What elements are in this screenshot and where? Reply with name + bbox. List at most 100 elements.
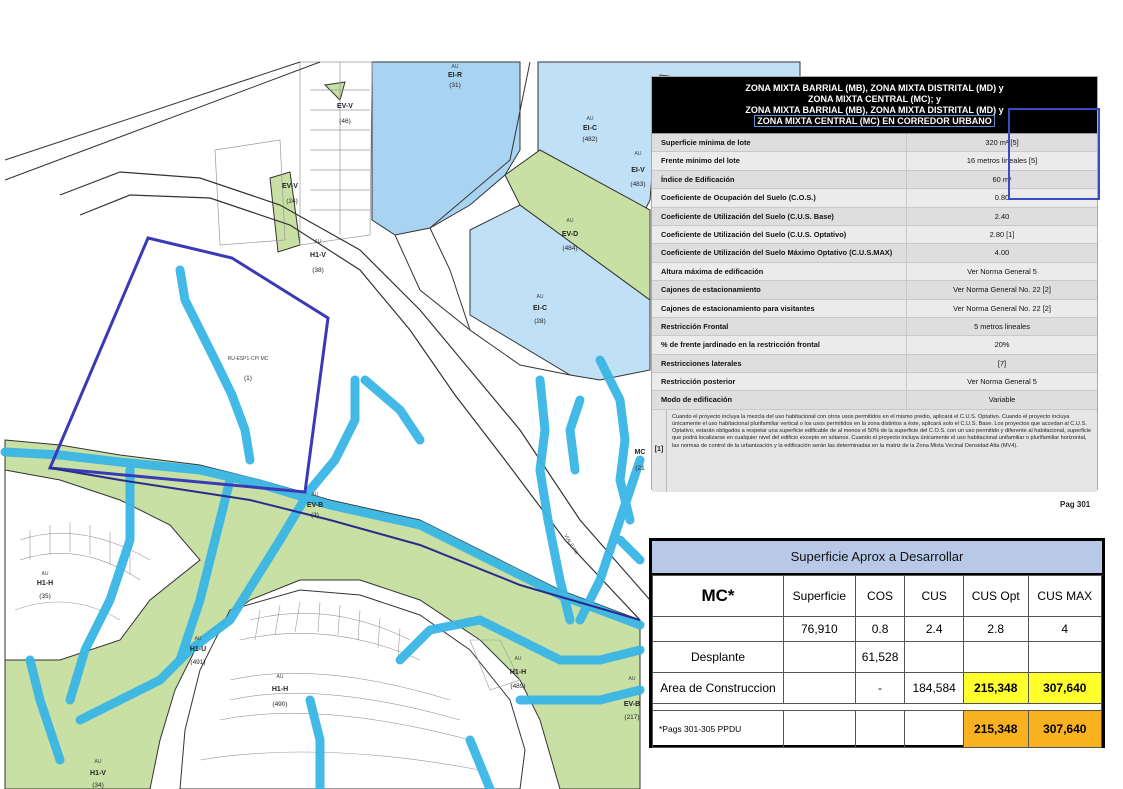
header-cus-opt: CUS Opt — [962, 575, 1029, 617]
svg-text:EI-V: EI-V — [631, 167, 645, 174]
svg-text:(1): (1) — [244, 375, 252, 382]
svg-text:(31): (31) — [449, 82, 461, 89]
regulation-row-value: Ver Norma General 5 — [906, 373, 1097, 391]
svg-text:H1-H: H1-H — [37, 580, 53, 587]
svg-text:AU: AU — [587, 116, 594, 122]
svg-text:(482): (482) — [582, 136, 597, 143]
area-cus-max: 307,640 — [1027, 672, 1103, 704]
regulation-row: Restricción posterior Ver Norma General 5 — [652, 373, 1097, 392]
regulation-row-label: Coeficiente de Utilización del Suelo (C.… — [661, 229, 847, 239]
svg-text:(35): (35) — [39, 593, 51, 600]
regulation-row-value: 4.00 — [906, 244, 1097, 262]
summary-table: Superficie Aprox a Desarrollar MC* Super… — [649, 538, 1105, 748]
regulation-row-label: Cajones de estacionamiento — [661, 285, 761, 295]
svg-text:(24): (24) — [286, 198, 298, 205]
pages-note: *Pags 301-305 PPDU — [652, 710, 784, 748]
regulation-row-label: Altura máxima de edificación — [661, 266, 764, 276]
svg-text:AU: AU — [515, 656, 522, 662]
regulation-row-value: 20% — [906, 336, 1097, 354]
regulation-row: Restricciones laterales [7] — [652, 354, 1097, 374]
svg-text:AU: AU — [635, 151, 642, 157]
header-cos: COS — [854, 575, 906, 617]
regulation-row-value: 5 metros lineales — [906, 317, 1097, 336]
regulation-note: [1] Cuando el proyecto incluya la mezcla… — [652, 409, 1097, 492]
regulation-row-label: Cajones de estacionamiento para visitant… — [661, 303, 815, 313]
regulation-row-label: Modo de edificación — [661, 395, 733, 405]
regulation-row: Restricción Frontal 5 metros lineales — [652, 317, 1097, 337]
regulation-row-label: Restricción Frontal — [661, 321, 729, 331]
svg-text:EV-B: EV-B — [624, 701, 640, 708]
svg-text:(34): (34) — [92, 782, 104, 789]
svg-text:H1-H: H1-H — [510, 669, 526, 676]
desplante-label: Desplante — [652, 641, 784, 673]
svg-text:EI-C: EI-C — [583, 125, 597, 132]
header-mc: MC* — [652, 575, 784, 617]
value-cus-opt: 2.8 — [962, 616, 1029, 642]
regulation-row-label: Superficie mínima de lote — [661, 138, 751, 147]
header-superficie: Superficie — [783, 575, 856, 617]
total-cus-max: 307,640 — [1027, 710, 1103, 748]
svg-text:(489): (489) — [510, 683, 525, 690]
regulation-row-label: Restricción posterior — [661, 377, 736, 387]
regulation-row: Altura máxima de edificación Ver Norma Ge… — [652, 262, 1097, 282]
regulation-row: Coeficiente de Utilización del Suelo Máx… — [652, 244, 1097, 263]
svg-text:EV-V: EV-V — [337, 103, 353, 110]
regulation-row-value: Ver Norma General 5 — [906, 262, 1097, 281]
regulation-row-label: Coeficiente de Utilización del Suelo Máx… — [661, 248, 893, 258]
regulation-row-value: Variable — [906, 391, 1097, 409]
regulation-row: Coeficiente de Utilización del Suelo (C.… — [652, 207, 1097, 226]
regulation-row-value: Ver Norma General No. 22 [2] — [906, 299, 1097, 317]
svg-text:AU: AU — [312, 492, 319, 498]
regulation-row-label: Índice de Edificación — [661, 174, 735, 184]
svg-text:AU: AU — [315, 239, 322, 245]
value-cus-max: 4 — [1027, 616, 1103, 642]
svg-text:H1-V: H1-V — [90, 770, 106, 777]
svg-text:EV-D: EV-D — [562, 231, 578, 238]
regulation-row-label: Restricciones laterales — [661, 358, 742, 368]
svg-text:(28): (28) — [534, 318, 546, 325]
svg-text:AU: AU — [277, 674, 284, 680]
value-cos: 0.8 — [854, 616, 906, 642]
summary-title: Superficie Aprox a Desarrollar — [652, 541, 1102, 575]
highlight-box — [1008, 108, 1100, 200]
total-cus-opt: 215,348 — [962, 710, 1029, 748]
svg-text:AU: AU — [452, 64, 459, 70]
svg-text:(21: (21 — [635, 465, 645, 472]
desplante-cos: 61,528 — [854, 641, 906, 673]
svg-text:AU: AU — [537, 294, 544, 300]
page-number: Pag 301 — [1060, 500, 1091, 509]
regulation-row-label: Coeficiente de Utilización del Suelo (C.… — [661, 211, 834, 221]
area-cus-opt: 215,348 — [962, 672, 1029, 704]
svg-text:EI-C: EI-C — [533, 305, 547, 312]
regulation-row: Cajones de estacionamiento Ver Norma Gene… — [652, 281, 1097, 300]
svg-text:EI-R: EI-R — [448, 72, 462, 79]
svg-text:(490): (490) — [272, 701, 287, 708]
svg-text:(3): (3) — [311, 512, 319, 519]
regulation-row-value: [7] — [906, 354, 1097, 373]
area-cos: - — [854, 672, 906, 704]
area-label: Area de Construccion — [652, 672, 784, 704]
svg-text:H1-V: H1-V — [310, 252, 326, 259]
svg-text:AU: AU — [629, 676, 636, 682]
svg-text:EV-B: EV-B — [307, 502, 323, 509]
value-superficie: 76,910 — [783, 616, 856, 642]
svg-text:(46): (46) — [339, 118, 351, 125]
svg-text:(483): (483) — [630, 181, 645, 188]
svg-text:AU: AU — [567, 218, 574, 224]
svg-text:(491): (491) — [190, 659, 205, 666]
svg-text:(217): (217) — [624, 714, 639, 721]
regulation-row-label: Coeficiente de Ocupación del Suelo (C.O.… — [661, 193, 816, 203]
svg-text:AU: AU — [195, 636, 202, 642]
area-cus: 184,584 — [904, 672, 964, 704]
svg-text:EV-V: EV-V — [282, 183, 298, 190]
regulation-row-value: 2.80 [1] — [906, 225, 1097, 244]
svg-text:(484): (484) — [562, 245, 577, 252]
regulation-row: Coeficiente de Utilización del Suelo (C.… — [652, 225, 1097, 245]
svg-text:RU-ESP1-CP/ MC: RU-ESP1-CP/ MC — [228, 356, 269, 362]
header-cus: CUS — [904, 575, 964, 617]
value-cus: 2.4 — [904, 616, 964, 642]
regulation-row-label: Frente mínimo del lote — [661, 156, 740, 166]
svg-text:H1-H: H1-H — [272, 686, 288, 693]
svg-text:AU: AU — [95, 759, 102, 765]
svg-text:AU: AU — [42, 571, 49, 577]
